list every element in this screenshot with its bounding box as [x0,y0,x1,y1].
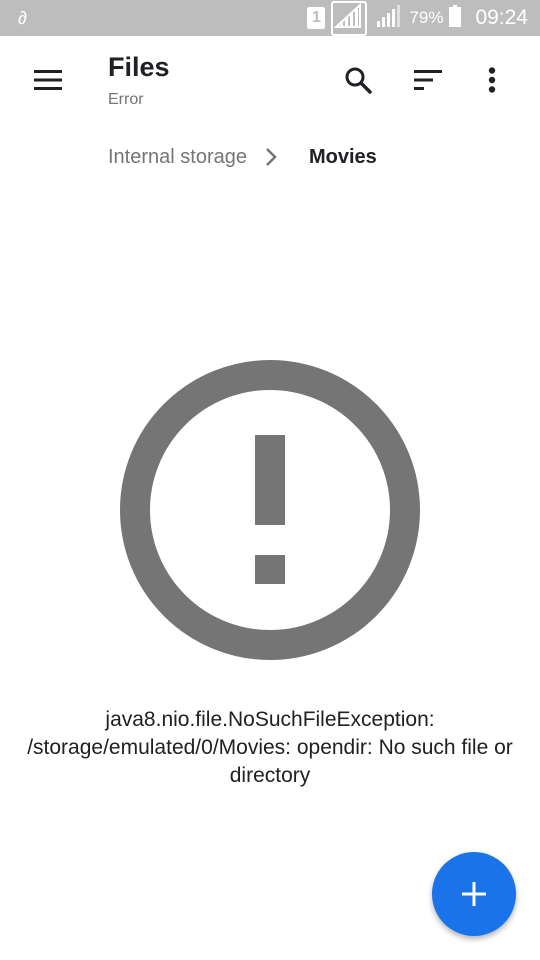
error-message: java8.nio.file.NoSuchFileException: /sto… [27,708,513,787]
signal-icon [331,0,368,36]
alert-circle-icon [120,360,420,660]
battery-icon [449,4,462,32]
drop-icon: ∂ [18,8,27,28]
status-bar: ∂ 1 79% 09:24 [0,0,540,36]
sort-button[interactable] [406,58,450,102]
more-vert-icon [488,67,496,93]
search-icon [345,67,372,94]
chevron-right-icon [265,147,281,167]
plus-icon [462,882,486,906]
status-indicators: 1 79% 09:24 [307,0,528,36]
signal-icon-2 [373,3,403,34]
search-button[interactable] [336,58,380,102]
add-button[interactable] [432,852,516,936]
breadcrumb-movies[interactable]: Movies [309,146,377,169]
more-options-button[interactable] [470,58,514,102]
breadcrumb: Internal storage Movies [108,143,377,171]
page-subtitle: Error [108,91,144,108]
sort-icon [414,70,442,90]
page-title: Files [108,52,170,82]
app-bar: Files Error [0,36,540,128]
clock: 09:24 [475,6,528,29]
breadcrumb-internal-storage[interactable]: Internal storage [108,146,247,169]
sim-slot-badge: 1 [307,7,326,29]
menu-button[interactable] [26,58,70,102]
menu-icon [34,70,62,90]
battery-percent: 79% [409,8,444,27]
